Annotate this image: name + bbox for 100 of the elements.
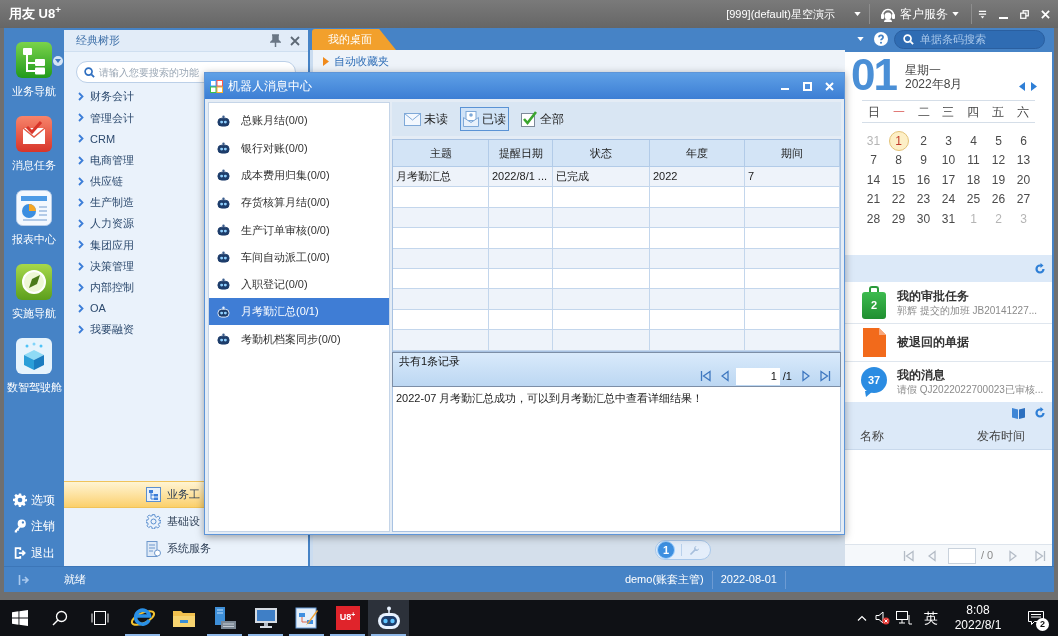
calendar-day[interactable]: 15 (890, 170, 907, 189)
notification-button[interactable]: 2 (1014, 600, 1058, 636)
tree-item[interactable]: 我要融资 (64, 319, 140, 341)
rail-action-button[interactable]: 退出 (4, 539, 64, 566)
favorites-link[interactable]: 自动收藏夹 (323, 55, 389, 68)
calendar-day[interactable]: 17 (940, 170, 957, 189)
calendar-day[interactable]: 13 (1015, 151, 1032, 170)
robot-list-item[interactable]: 存货核算月结(0/0) (209, 188, 389, 217)
robot-list-item[interactable]: 月考勤汇总(0/1) (209, 298, 389, 326)
page-input[interactable] (948, 547, 976, 564)
robot-list-item[interactable]: 生产订单审核(0/0) (209, 216, 389, 244)
calendar-day-number: 01 (851, 55, 896, 95)
nav-rail-item[interactable]: 业务导航 (12, 42, 56, 98)
calendar-day[interactable]: 9 (919, 151, 928, 170)
task-item[interactable]: 37 我的消息 请假 QJ2022022700023已审核... (845, 362, 1052, 402)
module-menu-item[interactable]: 基础设 (64, 508, 308, 535)
dropdown-caret-icon[interactable] (53, 56, 63, 66)
calendar-day[interactable]: 12 (990, 151, 1007, 170)
tree-item[interactable]: 生产制造 (64, 191, 140, 214)
module-menu-item[interactable]: 系统服务 (64, 535, 308, 562)
tree-item[interactable]: 财务会计 (64, 86, 140, 108)
calendar-day[interactable]: 8 (894, 151, 903, 170)
book-icon[interactable] (1012, 406, 1025, 419)
calendar-day[interactable]: 16 (915, 170, 932, 189)
previous-page-icon[interactable] (720, 370, 729, 382)
rail-action-button[interactable]: 注销 (4, 513, 64, 540)
calendar-day[interactable]: 2 (919, 131, 928, 150)
calendar-day[interactable]: 28 (865, 209, 882, 228)
calendar-day[interactable]: 21 (865, 190, 882, 209)
robot-list-item[interactable]: 成本费用归集(0/0) (209, 161, 389, 189)
tree-item[interactable]: 供应链 (64, 170, 129, 192)
previous-month-icon[interactable] (1019, 82, 1025, 91)
filter-button[interactable]: 已读 (460, 107, 509, 131)
calendar-day[interactable]: 19 (990, 170, 1007, 189)
refresh-icon[interactable] (1034, 262, 1046, 275)
calendar-day[interactable]: 5 (994, 131, 1003, 150)
robot-list-item[interactable]: 总账月结(0/0) (209, 107, 389, 135)
taskbar-app-button[interactable]: U8$^{+}$ (327, 600, 368, 636)
nav-rail-item[interactable]: 消息任务 (12, 116, 56, 172)
first-page-icon[interactable] (699, 370, 711, 382)
calendar-day[interactable]: 20 (1015, 170, 1032, 189)
taskbar-app-button[interactable] (368, 600, 409, 636)
calendar-day[interactable]: 25 (965, 190, 982, 209)
network-icon[interactable] (896, 611, 912, 625)
next-page-icon[interactable] (802, 370, 810, 382)
calendar-day[interactable]: 31 (940, 209, 957, 228)
tree-item[interactable]: 人力资源 (64, 213, 140, 235)
calendar-day[interactable]: 3 (944, 131, 953, 150)
robot-list-item[interactable]: 入职登记(0/0) (209, 270, 389, 299)
tree-item[interactable]: CRM (64, 128, 122, 150)
tree-item[interactable]: 电商管理 (64, 149, 140, 171)
filter-button[interactable]: 未读 (401, 107, 451, 131)
nav-rail-item[interactable]: 数智驾驶舱 (6, 338, 62, 394)
message-icon (1028, 610, 1044, 626)
nav-rail-item[interactable]: 实施导航 (12, 264, 56, 320)
task-item[interactable]: 被退回的单据 (845, 324, 1052, 362)
tree-item[interactable]: 决策管理 (64, 255, 140, 277)
calendar-day[interactable]: 7 (869, 151, 878, 170)
customer-service-button[interactable]: 客户服务 (880, 5, 959, 23)
tree-item[interactable]: 管理会计 (64, 107, 140, 129)
calendar-day[interactable]: 27 (1015, 190, 1032, 209)
task-item[interactable]: 2 我的审批任务 郭辉 提交的加班 JB20141227... (845, 282, 1052, 324)
calendar-day[interactable]: 6 (1019, 131, 1028, 150)
tree-item[interactable]: 集团应用 (64, 234, 140, 256)
calendar-day[interactable]: 18 (965, 170, 982, 189)
calendar-day[interactable]: 14 (865, 170, 882, 189)
close-icon[interactable] (290, 35, 300, 46)
chevron-right-icon (78, 240, 84, 250)
calendar-day[interactable]: 10 (940, 151, 957, 170)
calendar-day[interactable]: 11 (966, 151, 981, 170)
next-month-icon[interactable] (1031, 82, 1037, 91)
calendar-day[interactable]: 4 (969, 131, 978, 150)
page-input[interactable]: 1 (735, 367, 780, 385)
calendar-day[interactable]: 29 (890, 209, 907, 228)
tree-item[interactable]: OA (64, 297, 112, 320)
input-method-indicator[interactable]: 英 (920, 607, 942, 629)
calendar-day[interactable]: 1 (888, 130, 909, 151)
calendar-day[interactable]: 22 (890, 190, 907, 209)
calendar-day[interactable]: 23 (915, 190, 932, 209)
last-page-icon[interactable] (820, 370, 831, 382)
rail-action-button[interactable]: 选项 (4, 486, 64, 513)
speaker-muted-icon[interactable] (875, 611, 890, 625)
help-button[interactable] (874, 32, 888, 46)
nav-rail-item[interactable]: 报表中心 (12, 190, 56, 246)
calendar-day[interactable]: 30 (915, 209, 932, 228)
org-chart-icon (16, 42, 52, 78)
calendar-day[interactable]: 24 (940, 190, 957, 209)
robot-list-item[interactable]: 银行对账(0/0) (209, 134, 389, 162)
robot-list-item[interactable]: 考勤机档案同步(0/0) (209, 325, 389, 353)
calendar-day[interactable]: 26 (990, 190, 1007, 209)
tree-item[interactable]: 内部控制 (64, 276, 140, 298)
clock[interactable]: 8:08 2022/8/1 (942, 603, 1014, 633)
chevron-right-icon (78, 113, 84, 123)
collapse-arrow-icon[interactable] (18, 573, 30, 586)
calendar-weekday: 星期一 (904, 63, 942, 77)
refresh-icon[interactable] (1034, 406, 1046, 419)
chevron-up-icon[interactable] (857, 615, 867, 621)
pin-icon[interactable] (270, 34, 281, 47)
filter-button[interactable]: 全部 (518, 107, 567, 131)
robot-list-item[interactable]: 车间自动派工(0/0) (209, 243, 389, 271)
